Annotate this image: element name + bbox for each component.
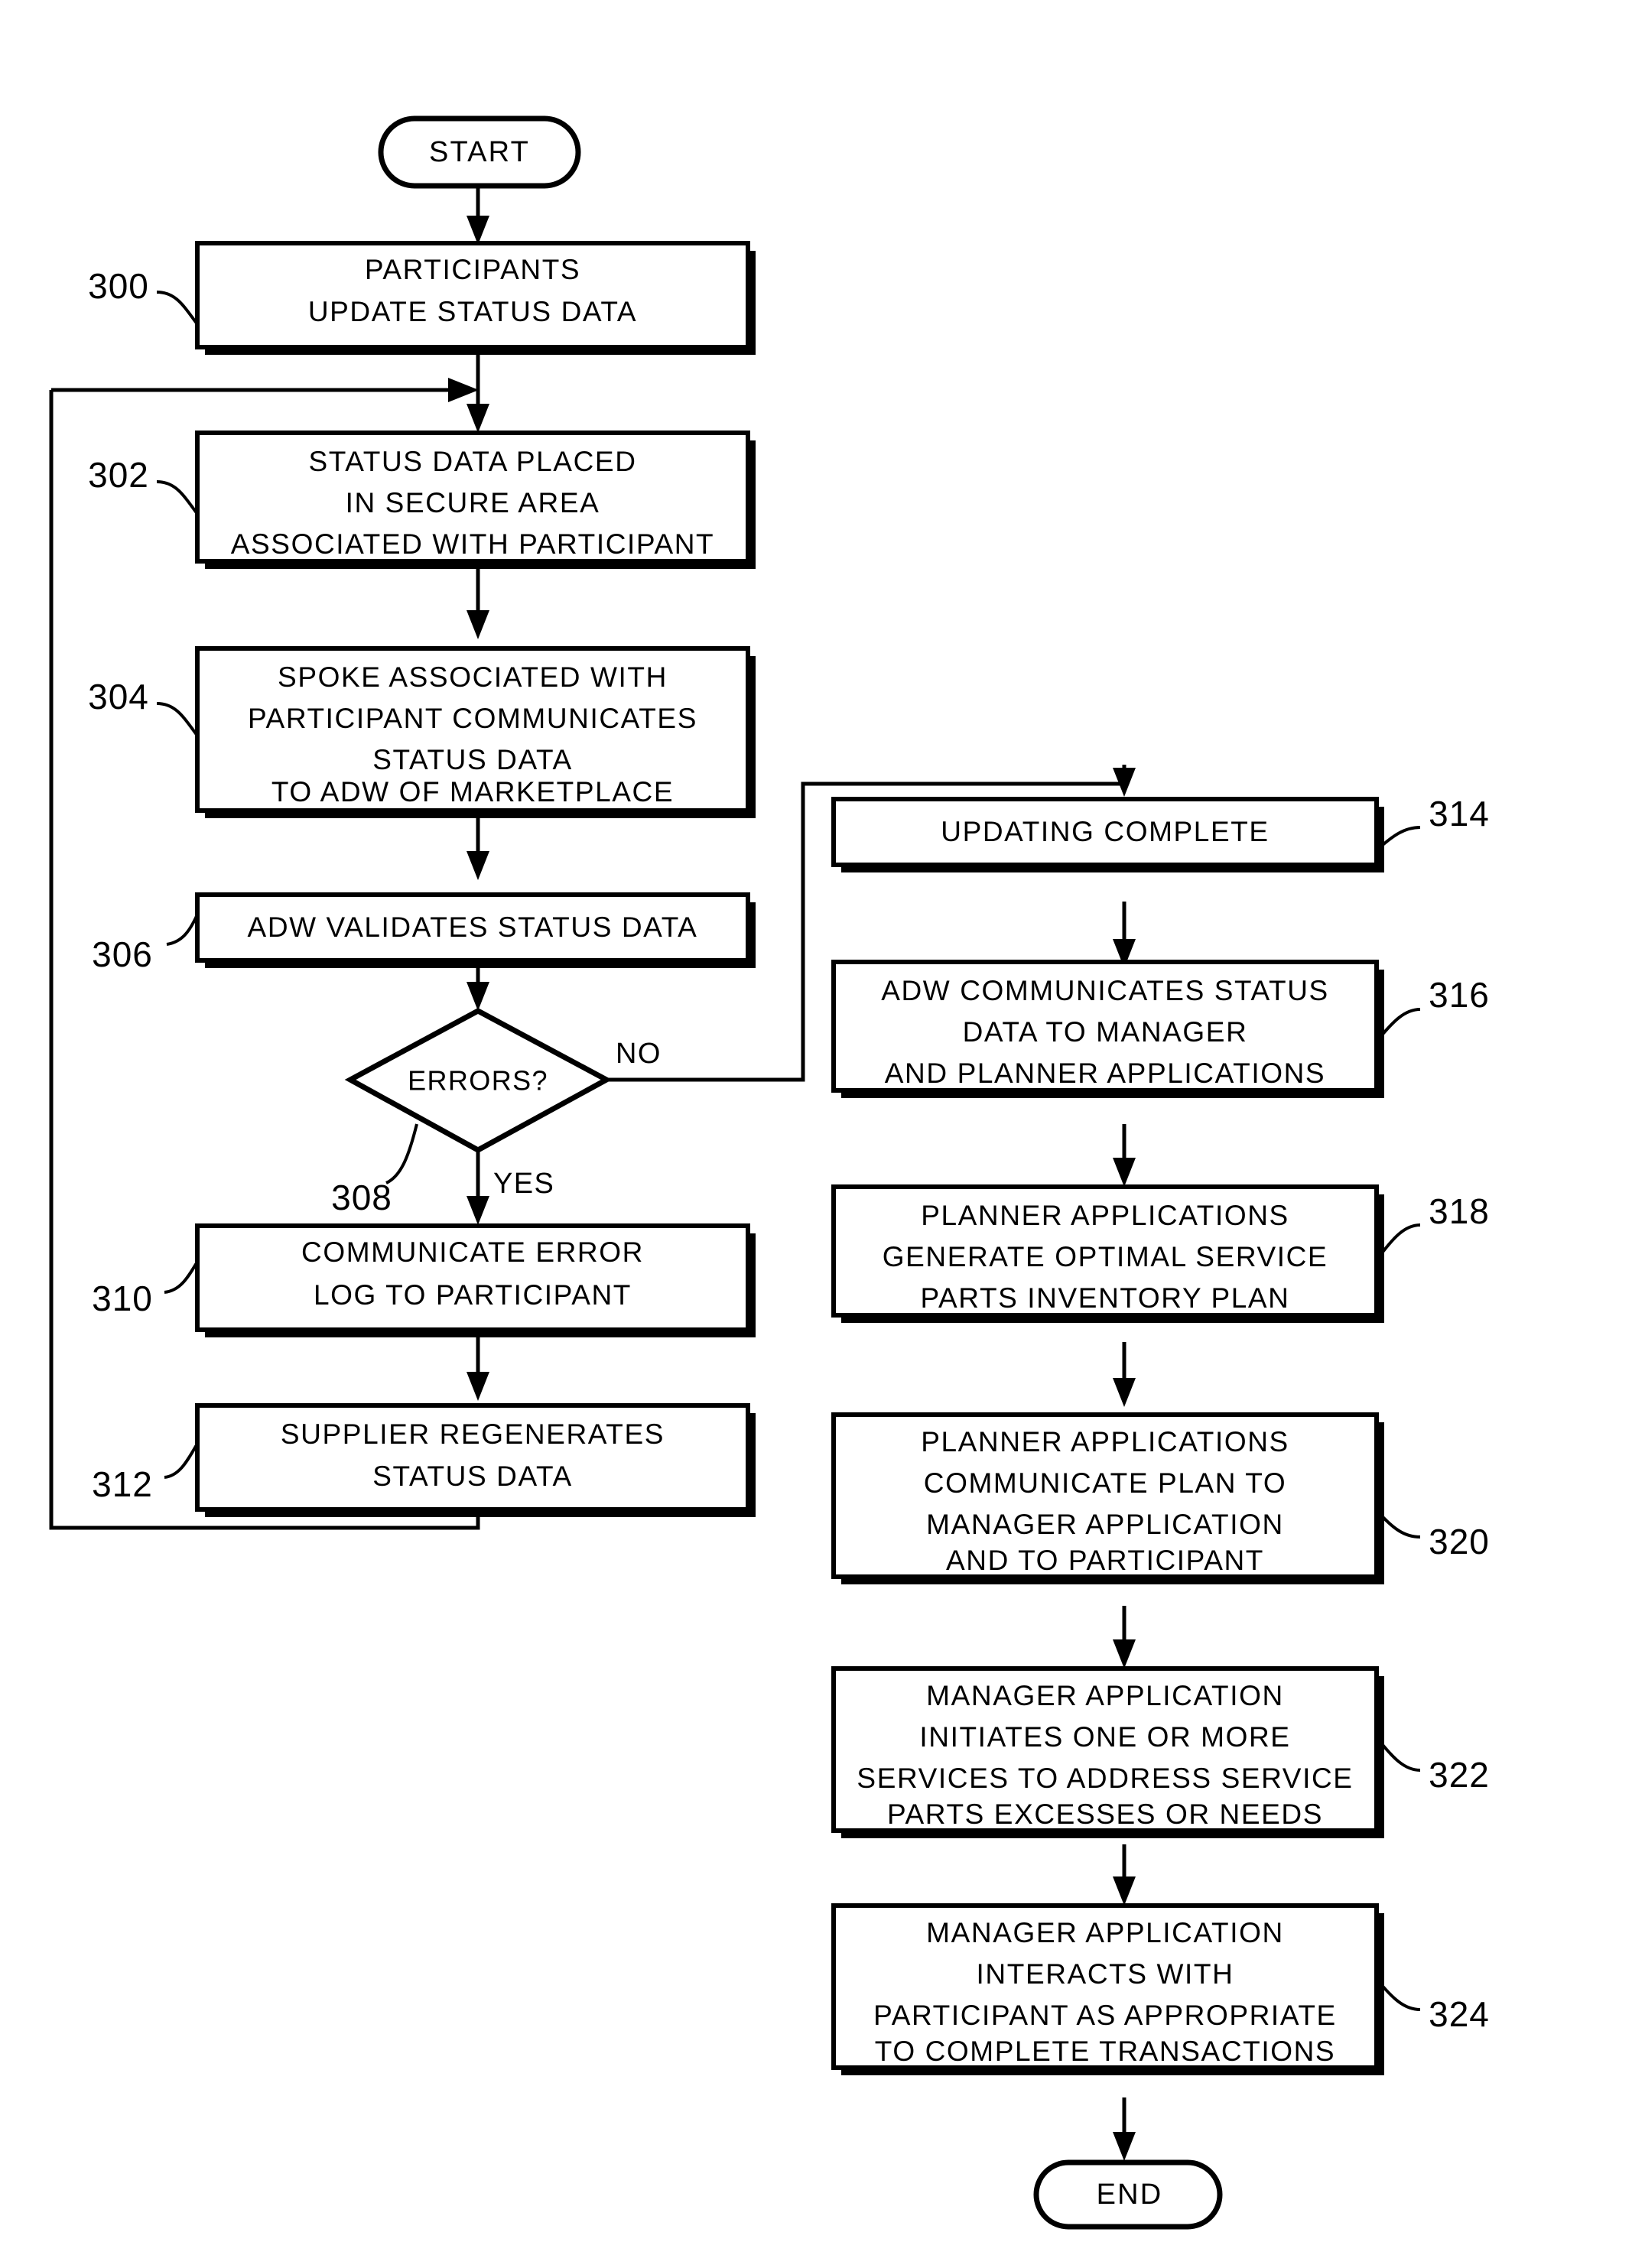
node-318[interactable]: PLANNER APPLICATIONS GENERATE OPTIMAL SE… [831,1184,1384,1323]
node-322[interactable]: MANAGER APPLICATION INITIATES ONE OR MOR… [831,1666,1384,1838]
ref-number-304: 304 [88,677,149,716]
node-314[interactable]: UPDATING COMPLETE [831,797,1384,872]
ref-number-310: 310 [92,1279,153,1318]
node-302[interactable]: STATUS DATA PLACED IN SECURE AREA ASSOCI… [195,431,756,569]
node-314-line-0: UPDATING COMPLETE [941,816,1269,847]
node-start[interactable]: START [378,115,581,189]
node-304-line-0: SPOKE ASSOCIATED WITH [278,661,668,693]
node-316-line-0: ADW COMMUNICATES STATUS [881,975,1329,1006]
edge-feedback-join [51,378,479,402]
node-312-line-0: SUPPLIER REGENERATES [281,1418,665,1450]
node-322-line-3: PARTS EXCESSES OR NEEDS [887,1798,1323,1830]
flowchart-canvas: START PARTICIPANTS UPDATE STATUS DATA 30… [0,0,1632,2268]
node-320-line-3: AND TO PARTICIPANT [946,1545,1264,1576]
branch-label-yes: YES [493,1168,554,1200]
ref-callout-314: 314 [1375,794,1490,852]
node-320[interactable]: PLANNER APPLICATIONS COMMUNICATE PLAN TO… [831,1412,1384,1584]
flowchart-svg: START PARTICIPANTS UPDATE STATUS DATA 30… [49,115,1490,2230]
node-304-line-1: PARTICIPANT COMMUNICATES [248,703,697,734]
node-end[interactable]: END [1033,2159,1223,2230]
node-312-line-1: STATUS DATA [372,1461,573,1492]
node-318-line-2: PARTS INVENTORY PLAN [920,1282,1289,1314]
node-322-line-2: SERVICES TO ADDRESS SERVICE [857,1763,1353,1794]
node-308-label: ERRORS? [408,1065,548,1097]
ref-callout-300: 300 [88,266,199,326]
node-324-line-1: INTERACTS WITH [977,1958,1234,1990]
node-302-line-1: IN SECURE AREA [346,487,600,518]
ref-callout-318: 318 [1375,1191,1490,1262]
ref-callout-316: 316 [1375,975,1490,1043]
node-300-line-1: UPDATE STATUS DATA [308,296,637,327]
ref-callout-320: 320 [1375,1509,1490,1561]
node-320-line-1: COMMUNICATE PLAN TO [924,1467,1286,1499]
ref-callout-304: 304 [88,677,199,737]
ref-callout-322: 322 [1375,1736,1490,1795]
node-306[interactable]: ADW VALIDATES STATUS DATA [195,892,756,968]
node-304-line-3: TO ADW OF MARKETPLACE [271,776,674,807]
node-308-decision[interactable]: ERRORS? [344,1008,613,1153]
ref-number-324: 324 [1429,1994,1490,2034]
edge-314-to-316 [1113,902,1136,968]
node-302-line-2: ASSOCIATED WITH PARTICIPANT [231,528,715,560]
ref-number-322: 322 [1429,1755,1490,1795]
node-316-line-1: DATA TO MANAGER [963,1016,1248,1048]
node-318-line-0: PLANNER APPLICATIONS [921,1200,1289,1231]
ref-number-320: 320 [1429,1522,1490,1561]
node-324[interactable]: MANAGER APPLICATION INTERACTS WITH PARTI… [831,1903,1384,2075]
node-304[interactable]: SPOKE ASSOCIATED WITH PARTICIPANT COMMUN… [195,646,756,818]
edge-322-to-324 [1113,1844,1136,1906]
edge-310-to-312 [467,1330,489,1401]
node-300-line-0: PARTICIPANTS [365,254,580,285]
node-324-line-0: MANAGER APPLICATION [926,1917,1284,1948]
node-322-line-0: MANAGER APPLICATION [926,1680,1284,1711]
ref-callout-306: 306 [92,914,199,974]
ref-number-316: 316 [1429,975,1490,1015]
edge-304-to-306 [467,811,489,880]
node-310-line-1: LOG TO PARTICIPANT [314,1279,632,1311]
node-302-line-0: STATUS DATA PLACED [308,446,636,477]
node-306-line-0: ADW VALIDATES STATUS DATA [248,911,698,943]
node-316[interactable]: ADW COMMUNICATES STATUS DATA TO MANAGER … [831,960,1384,1098]
node-324-line-3: TO COMPLETE TRANSACTIONS [875,2036,1335,2067]
node-310[interactable]: COMMUNICATE ERROR LOG TO PARTICIPANT [195,1223,756,1337]
node-312[interactable]: SUPPLIER REGENERATES STATUS DATA [195,1403,756,1517]
node-320-line-0: PLANNER APPLICATIONS [921,1426,1289,1457]
ref-number-318: 318 [1429,1191,1490,1231]
node-304-line-2: STATUS DATA [372,744,573,775]
node-300[interactable]: PARTICIPANTS UPDATE STATUS DATA [195,241,756,355]
edge-302-to-304 [467,566,489,639]
node-322-line-1: INITIATES ONE OR MORE [919,1721,1290,1753]
ref-callout-312: 312 [92,1442,199,1504]
edge-318-to-320 [1113,1342,1136,1407]
ref-number-306: 306 [92,934,153,974]
node-318-line-1: GENERATE OPTIMAL SERVICE [883,1241,1328,1272]
edge-324-to-end [1113,2097,1136,2161]
node-start-label: START [429,136,530,168]
node-316-line-2: AND PLANNER APPLICATIONS [885,1058,1325,1089]
edge-308-yes-to-310 [467,1150,489,1225]
ref-number-308: 308 [331,1178,392,1217]
ref-callout-308: 308 [331,1123,418,1217]
ref-callout-302: 302 [88,455,199,515]
edge-316-to-318 [1113,1124,1136,1187]
node-end-label: END [1097,2179,1163,2211]
ref-number-314: 314 [1429,794,1490,833]
branch-label-no: NO [616,1038,662,1070]
ref-number-300: 300 [88,266,149,306]
ref-callout-324: 324 [1375,1977,1490,2034]
ref-number-302: 302 [88,455,149,495]
edge-start-to-300 [467,186,489,245]
node-324-line-2: PARTICIPANT AS APPROPRIATE [873,2000,1337,2031]
ref-number-312: 312 [92,1464,153,1504]
node-320-line-2: MANAGER APPLICATION [926,1509,1284,1540]
ref-callout-310: 310 [92,1260,199,1318]
edge-320-to-322 [1113,1606,1136,1669]
node-310-line-0: COMMUNICATE ERROR [301,1236,644,1268]
